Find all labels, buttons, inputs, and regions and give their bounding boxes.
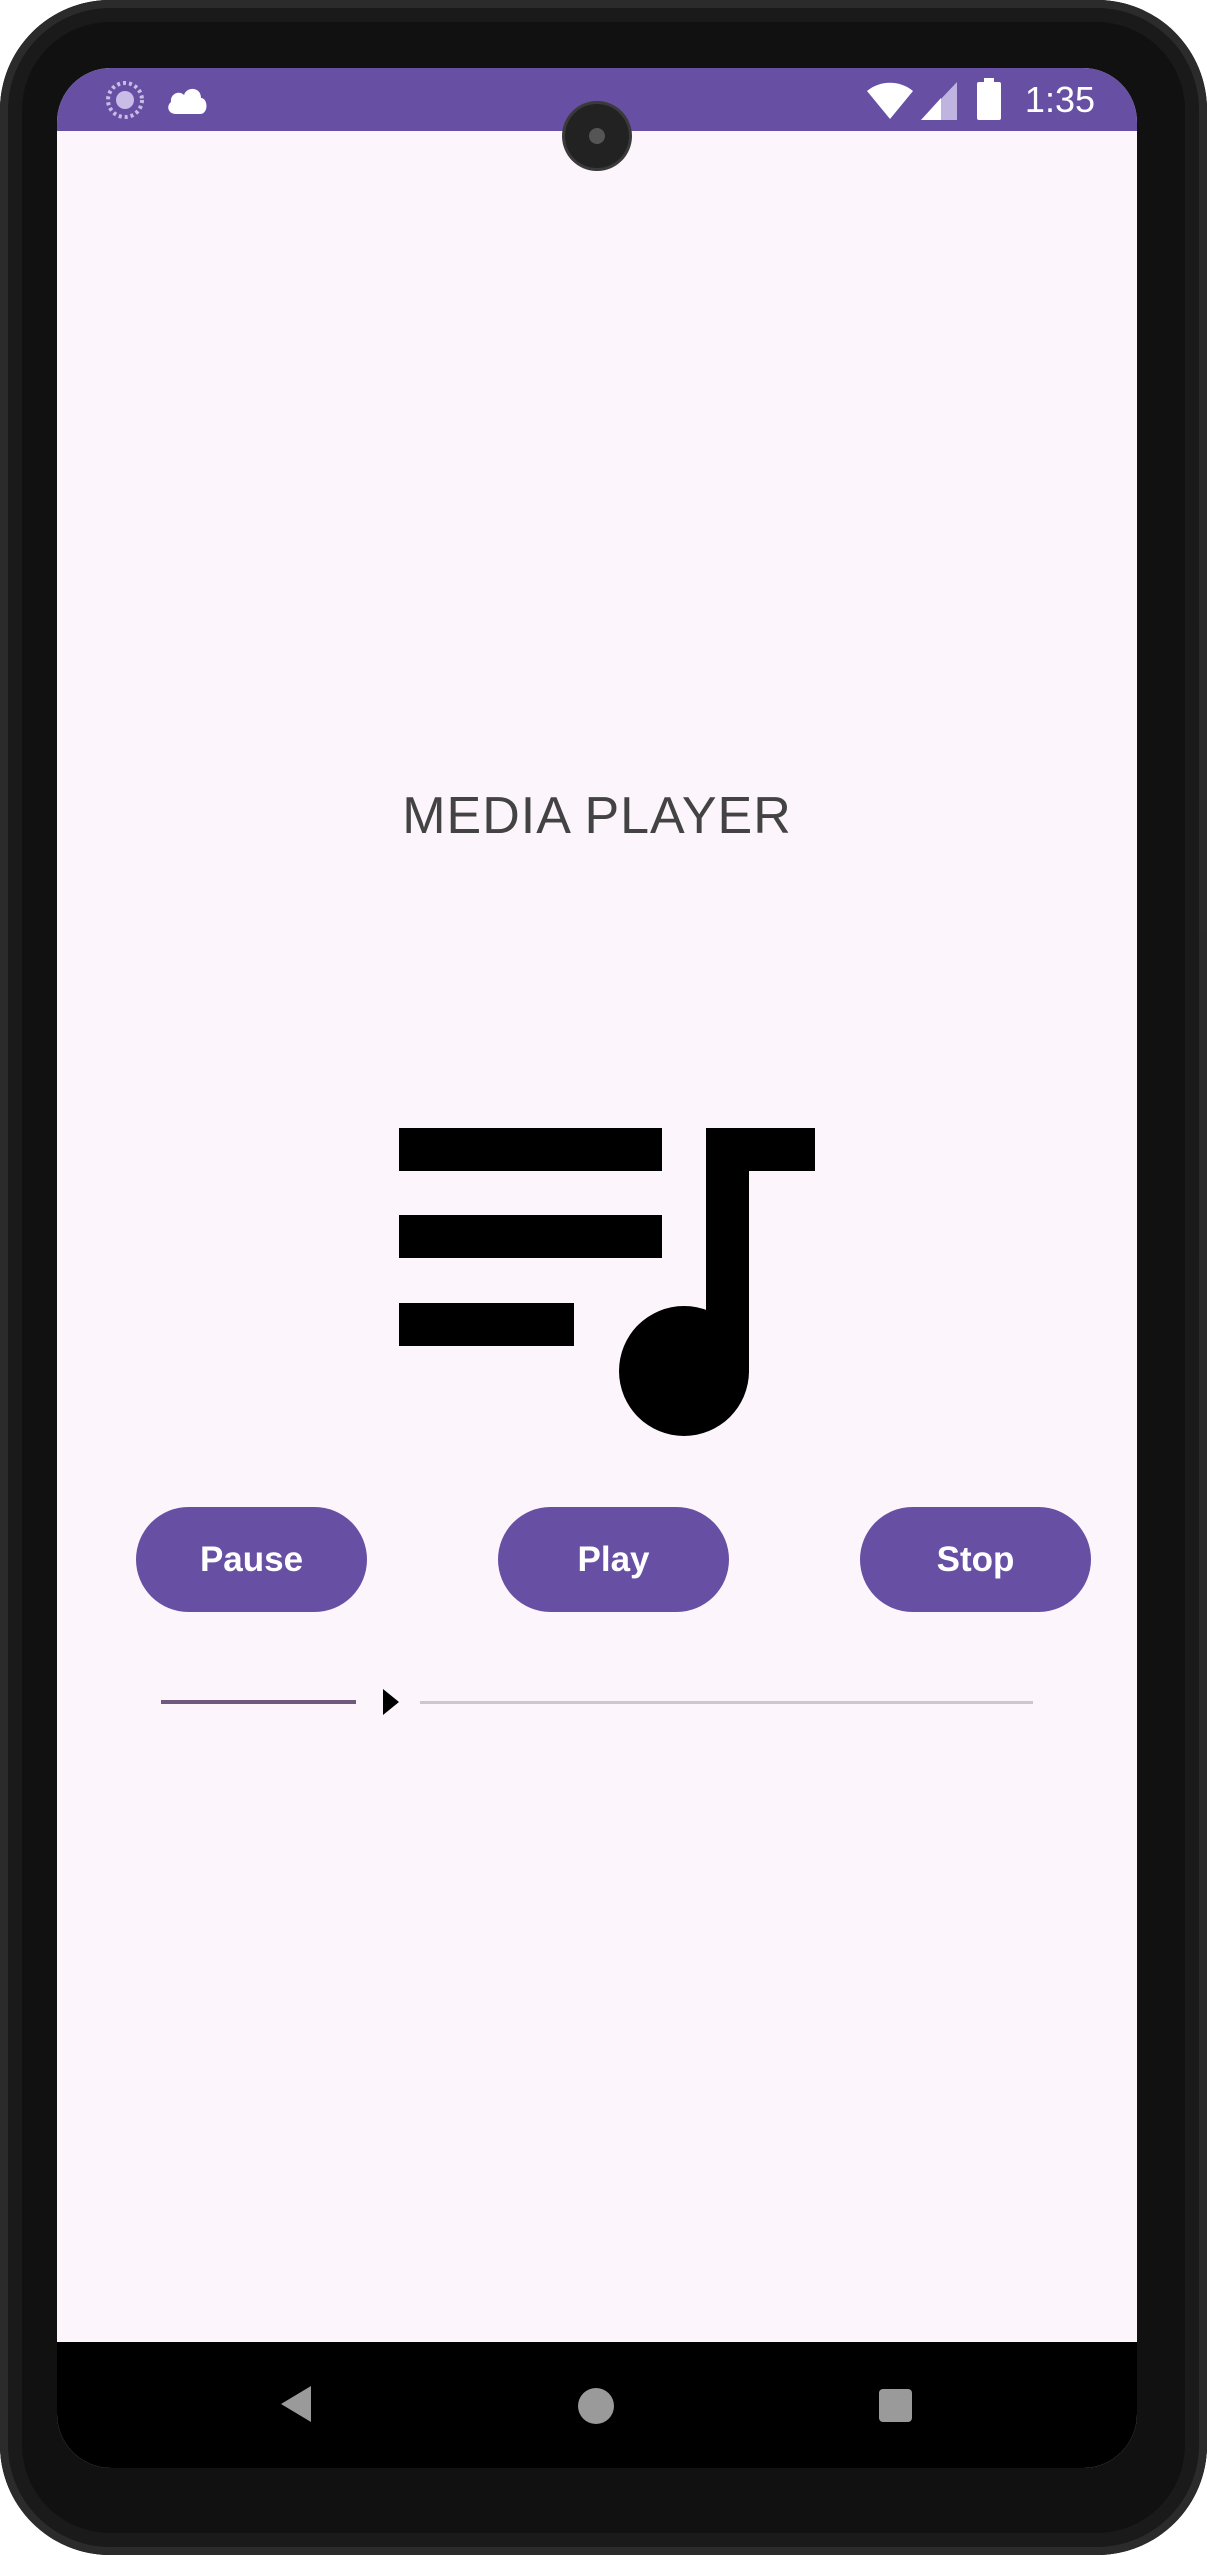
home-icon[interactable] (578, 2388, 614, 2424)
app-screen: 1:35 MEDIA PLAYER Pause Play Stop (57, 68, 1137, 2468)
stop-button[interactable]: Stop (860, 1507, 1091, 1612)
navigation-bar (57, 2342, 1137, 2468)
queue-music-icon (399, 1128, 815, 1436)
phone-frame: 1:35 MEDIA PLAYER Pause Play Stop (0, 0, 1207, 2555)
status-time: 1:35 (1024, 79, 1095, 120)
volume-button (1199, 930, 1207, 1260)
recents-icon[interactable] (879, 2389, 912, 2422)
pause-button[interactable]: Pause (136, 1507, 367, 1612)
front-camera (565, 104, 629, 168)
sync-icon (106, 81, 144, 119)
seekbar[interactable] (161, 1673, 1033, 1733)
signal-icon (921, 82, 957, 120)
power-button (1199, 620, 1207, 800)
seekbar-thumb[interactable] (383, 1689, 399, 1715)
play-button[interactable]: Play (498, 1507, 729, 1612)
battery-icon (977, 78, 1001, 120)
seekbar-track (420, 1701, 1033, 1704)
cloud-icon (168, 88, 207, 114)
page-title: MEDIA PLAYER (402, 787, 792, 845)
seekbar-progress (161, 1700, 356, 1704)
wifi-icon (867, 82, 913, 119)
back-icon[interactable] (281, 2386, 311, 2422)
